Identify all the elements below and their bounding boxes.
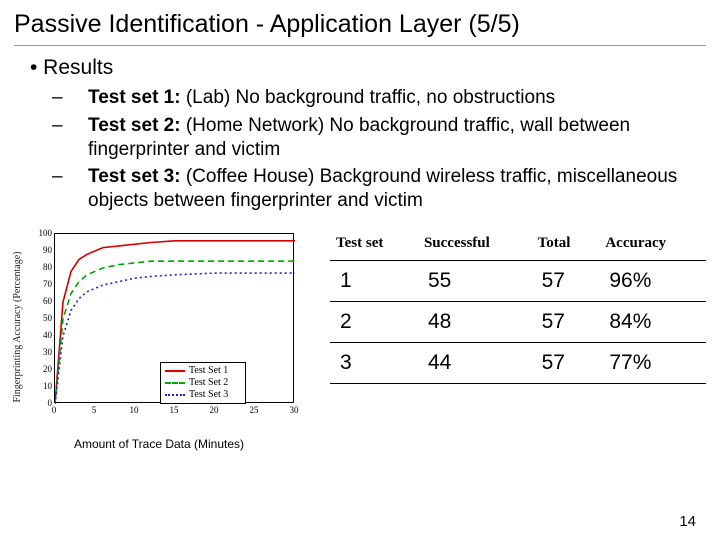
xtick: 30 (290, 405, 299, 415)
bullet-testset-3: – Test set 3: (Coffee House) Background … (70, 165, 706, 213)
chart-yticks: 100 90 80 70 60 50 40 30 20 10 0 (28, 227, 52, 407)
cell: 44 (418, 342, 532, 383)
bullet-results: • Results (30, 56, 706, 80)
table-header-row: Test set Successful Total Accuracy (330, 229, 706, 261)
cell: 57 (532, 260, 600, 301)
xtick: 5 (92, 405, 97, 415)
dash: – (70, 114, 88, 138)
bullet-testset-2: – Test set 2: (Home Network) No backgrou… (70, 114, 706, 162)
ytick: 10 (28, 381, 52, 391)
legend-swatch-2 (165, 382, 185, 384)
xtick: 25 (250, 405, 259, 415)
th-successful: Successful (418, 229, 532, 261)
th-testset: Test set (330, 229, 418, 261)
table-row: 2 48 57 84% (330, 301, 706, 342)
ytick: 20 (28, 364, 52, 374)
ytick: 30 (28, 347, 52, 357)
cell: 2 (330, 301, 418, 342)
legend-label: Test Set 1 (189, 365, 228, 376)
legend-row: Test Set 1 (165, 365, 241, 377)
xtick: 0 (52, 405, 57, 415)
cell: 55 (418, 260, 532, 301)
legend-label: Test Set 3 (189, 389, 228, 400)
legend-row: Test Set 2 (165, 377, 241, 389)
dash: – (70, 86, 88, 110)
chart: Fingerprinting Accuracy (Percentage) 100… (14, 227, 304, 427)
bold-label: Test set 2: (88, 115, 181, 136)
legend-label: Test Set 2 (189, 377, 228, 388)
chart-column: Fingerprinting Accuracy (Percentage) 100… (14, 227, 304, 451)
cell: 1 (330, 260, 418, 301)
ytick: 100 (28, 228, 52, 238)
cell: 96% (599, 260, 706, 301)
bold-label: Test set 1: (88, 87, 181, 108)
chart-plot-area: Test Set 1 Test Set 2 Test Set 3 (54, 233, 294, 403)
ytick: 70 (28, 279, 52, 289)
ytick: 60 (28, 296, 52, 306)
bullet-text: (Lab) No background traffic, no obstruct… (181, 87, 556, 108)
ytick: 0 (28, 398, 52, 408)
th-total: Total (532, 229, 600, 261)
table-row: 3 44 57 77% (330, 342, 706, 383)
cell: 77% (599, 342, 706, 383)
ytick: 50 (28, 313, 52, 323)
dash: – (70, 165, 88, 189)
legend-swatch-1 (165, 370, 185, 372)
legend-row: Test Set 3 (165, 389, 241, 401)
bold-label: Test set 3: (88, 166, 181, 187)
ytick: 40 (28, 330, 52, 340)
table-row: 1 55 57 96% (330, 260, 706, 301)
xtick: 15 (170, 405, 179, 415)
ytick: 90 (28, 245, 52, 255)
xtick: 20 (210, 405, 219, 415)
results-table: Test set Successful Total Accuracy 1 55 … (330, 229, 706, 384)
chart-legend: Test Set 1 Test Set 2 Test Set 3 (160, 362, 246, 404)
table-column: Test set Successful Total Accuracy 1 55 … (304, 227, 706, 384)
xtick: 10 (130, 405, 139, 415)
legend-swatch-3 (165, 394, 185, 396)
cell: 3 (330, 342, 418, 383)
cell: 57 (532, 301, 600, 342)
chart-xticks: 0 5 10 15 20 25 30 (54, 405, 294, 419)
chart-xlabel: Amount of Trace Data (Minutes) (14, 437, 304, 451)
cell: 84% (599, 301, 706, 342)
bullet-testset-1: – Test set 1: (Lab) No background traffi… (70, 86, 706, 110)
ytick: 80 (28, 262, 52, 272)
th-accuracy: Accuracy (599, 229, 706, 261)
slide-title: Passive Identification - Application Lay… (14, 10, 706, 46)
cell: 48 (418, 301, 532, 342)
cell: 57 (532, 342, 600, 383)
chart-ylabel: Fingerprinting Accuracy (Percentage) (12, 251, 23, 402)
page-number: 14 (679, 513, 696, 530)
